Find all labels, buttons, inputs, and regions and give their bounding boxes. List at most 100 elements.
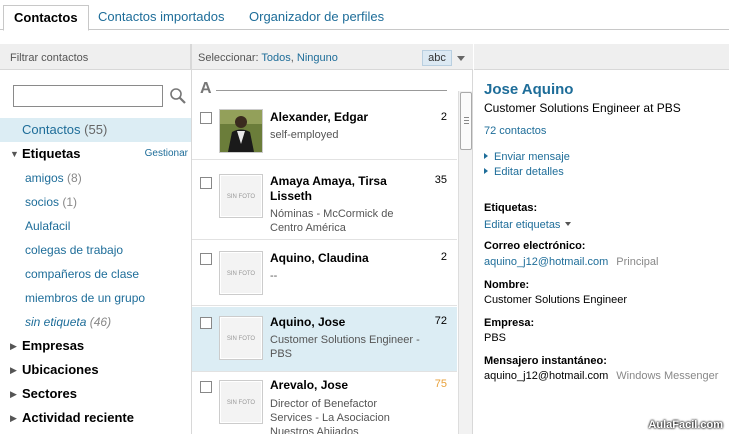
contact-title: Nóminas - McCormick de Centro América	[270, 208, 394, 234]
expand-triangle-icon[interactable]: ▶	[10, 358, 17, 382]
expand-triangle-icon[interactable]: ▶	[10, 382, 17, 406]
edit-details-label: Editar detalles	[494, 166, 564, 178]
contact-detail-panel: Jose Aquino Customer Solutions Engineer …	[474, 44, 729, 434]
im-row: aquino_j12@hotmail.com Windows Messenger	[484, 370, 718, 382]
nav-tag-socios[interactable]: socios (1)	[0, 190, 191, 214]
contact-photo[interactable]	[219, 109, 263, 153]
contact-checkbox[interactable]	[200, 253, 212, 265]
nav-section-empresas[interactable]: ▶ Empresas	[0, 334, 191, 358]
email-tag: Principal	[616, 256, 659, 268]
contact-photo[interactable]: SIN FOTO	[219, 316, 263, 360]
search-icon[interactable]	[169, 87, 187, 105]
contact-row[interactable]: SIN FOTO Arevalo, Jose Director of Benef…	[192, 373, 457, 434]
expand-triangle-icon[interactable]: ▶	[10, 406, 17, 430]
sort-abc-button[interactable]: abc	[422, 50, 452, 66]
contact-list-panel: Seleccionar: Todos, Ninguno abc A Alexan…	[191, 44, 473, 434]
nav-all-count: (55)	[84, 122, 108, 137]
nav-section-label: Sectores	[22, 386, 77, 401]
contact-photo[interactable]: SIN FOTO	[219, 380, 263, 424]
filter-panel: Filtrar contactos Contactos (55) ▼ Etiqu…	[0, 44, 191, 434]
contact-name[interactable]: Aquino, Jose	[270, 315, 420, 330]
contact-name[interactable]: Alexander, Edgar	[270, 110, 420, 125]
tab-contactos[interactable]: Contactos	[3, 5, 89, 31]
nav-tag-amigos[interactable]: amigos (8)	[0, 166, 191, 190]
search-input[interactable]	[13, 85, 163, 107]
contact-checkbox[interactable]	[200, 381, 212, 393]
arrow-right-icon	[484, 168, 488, 174]
edit-labels-dropdown[interactable]: Editar etiquetas	[484, 219, 572, 231]
scrollbar-thumb[interactable]	[460, 92, 472, 150]
nav-tag-label: amigos	[25, 171, 64, 185]
contact-name[interactable]: Arevalo, Jose	[270, 378, 420, 393]
name-title: Nombre:	[484, 279, 530, 291]
nav-all-contacts[interactable]: Contactos (55)	[0, 118, 191, 142]
nav-labels-title: Etiquetas	[22, 146, 81, 161]
collapse-triangle-icon[interactable]: ▼	[10, 142, 19, 166]
detail-headline: Customer Solutions Engineer at PBS	[484, 101, 681, 115]
nav-tag-label: sin etiqueta	[25, 315, 87, 329]
detail-connections-link[interactable]: 72 contactos	[484, 125, 546, 137]
nav-tag-label: Aulafacil	[25, 219, 71, 233]
expand-triangle-icon[interactable]: ▶	[10, 334, 17, 358]
no-photo-placeholder: SIN FOTO	[221, 318, 261, 358]
contact-checkbox[interactable]	[200, 317, 212, 329]
nav-tag-count: (1)	[62, 195, 78, 209]
arrow-right-icon	[484, 153, 488, 159]
contact-row[interactable]: SIN FOTO Aquino, Claudina -- 2	[192, 241, 457, 306]
send-message-link[interactable]: Enviar mensaje	[484, 151, 570, 163]
contact-connections-count: 75	[434, 378, 447, 390]
edit-details-link[interactable]: Editar detalles	[484, 166, 564, 178]
filter-header: Filtrar contactos	[0, 44, 191, 70]
contact-checkbox[interactable]	[200, 177, 212, 189]
scrollbar-grip-icon	[464, 117, 469, 118]
manage-labels-link[interactable]: Gestionar	[145, 142, 188, 166]
contact-name[interactable]: Aquino, Claudina	[270, 251, 420, 266]
list-scrollbar[interactable]	[458, 91, 472, 434]
contact-name[interactable]: Amaya Amaya, Tirsa Lisseth	[270, 174, 420, 204]
nav-tag-label: miembros de un grupo	[25, 291, 146, 305]
contact-title: Director of Benefactor Services - La Aso…	[270, 398, 390, 434]
filter-nav: Contactos (55) ▼ Etiquetas Gestionar ami…	[0, 118, 191, 430]
send-message-label: Enviar mensaje	[494, 151, 570, 163]
contact-connections-count: 2	[440, 251, 447, 263]
tab-bar: Contactos Contactos importados Organizad…	[0, 0, 729, 31]
im-value: aquino_j12@hotmail.com	[484, 370, 609, 382]
select-label: Seleccionar:	[198, 52, 259, 64]
nav-section-sectores[interactable]: ▶ Sectores	[0, 382, 191, 406]
nav-tag-companeros[interactable]: compañeros de clase	[0, 262, 191, 286]
contact-checkbox[interactable]	[200, 112, 212, 124]
nav-section-label: Actividad reciente	[22, 410, 134, 425]
nav-section-label: Empresas	[22, 338, 85, 353]
contact-row[interactable]: SIN FOTO Amaya Amaya, Tirsa Lisseth Nómi…	[192, 161, 457, 240]
nav-tag-colegas[interactable]: colegas de trabajo	[0, 238, 191, 262]
nav-tag-sin-etiqueta[interactable]: sin etiqueta (46)	[0, 310, 191, 334]
contact-title: Customer Solutions Engineer - PBS	[270, 334, 420, 360]
detail-name[interactable]: Jose Aquino	[484, 81, 573, 98]
nav-section-label: Ubicaciones	[22, 362, 99, 377]
nav-tag-miembros[interactable]: miembros de un grupo	[0, 286, 191, 310]
contact-row-selected[interactable]: SIN FOTO Aquino, Jose Customer Solutions…	[192, 307, 457, 372]
no-photo-placeholder: SIN FOTO	[221, 382, 261, 422]
tab-organizador-de-perfiles[interactable]: Organizador de perfiles	[239, 5, 394, 31]
nav-tag-label: compañeros de clase	[25, 267, 140, 281]
contact-row[interactable]: Alexander, Edgar self-employed 2	[192, 100, 457, 160]
sort-dropdown-icon[interactable]	[457, 56, 465, 61]
nav-section-actividad[interactable]: ▶ Actividad reciente	[0, 406, 191, 430]
chevron-down-icon	[565, 222, 572, 226]
tab-contactos-importados[interactable]: Contactos importados	[88, 5, 234, 31]
select-all-link[interactable]: Todos	[261, 52, 290, 64]
contact-photo[interactable]: SIN FOTO	[219, 251, 263, 295]
email-link[interactable]: aquino_j12@hotmail.com	[484, 256, 608, 268]
nav-all-label: Contactos	[22, 122, 81, 137]
letter-divider: A	[200, 80, 212, 97]
nav-tag-count: (8)	[67, 171, 82, 185]
im-tag: Windows Messenger	[616, 370, 719, 382]
nav-tag-aulafacil[interactable]: Aulafacil	[0, 214, 191, 238]
edit-labels-label: Editar etiquetas	[484, 219, 561, 231]
contact-photo[interactable]: SIN FOTO	[219, 174, 263, 218]
contact-title: self-employed	[270, 129, 339, 141]
nav-tag-count: (46)	[89, 315, 112, 329]
nav-section-ubicaciones[interactable]: ▶ Ubicaciones	[0, 358, 191, 382]
select-none-link[interactable]: Ninguno	[297, 52, 338, 64]
nav-labels-header[interactable]: ▼ Etiquetas Gestionar	[0, 142, 191, 166]
